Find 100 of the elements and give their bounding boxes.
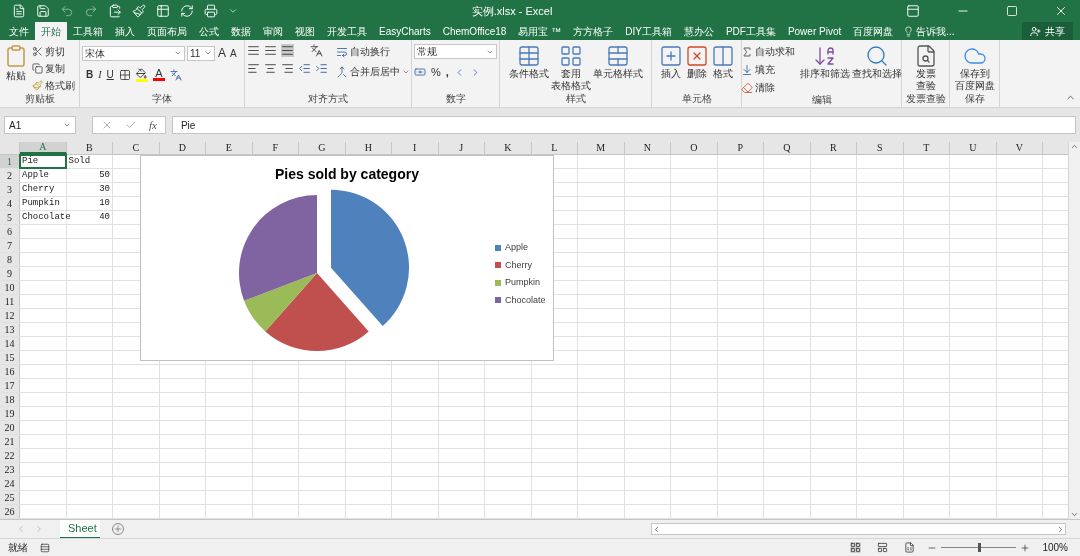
column-header[interactable]: C	[113, 142, 160, 154]
ribbon-tab[interactable]: 公式	[193, 22, 225, 40]
column-header[interactable]: V	[996, 142, 1043, 154]
row-header[interactable]: 18	[0, 393, 20, 406]
align-center-icon[interactable]	[263, 62, 277, 75]
share-button[interactable]: 共享	[1022, 22, 1073, 40]
align-middle-icon[interactable]	[263, 44, 277, 57]
font-color-button[interactable]: A	[152, 68, 165, 81]
ribbon-tab[interactable]: 视图	[289, 22, 321, 40]
ribbon-tab[interactable]: 插入	[109, 22, 141, 40]
ribbon-tab[interactable]: 慧办公	[677, 22, 720, 40]
row-header[interactable]: 25	[0, 491, 20, 504]
ribbon-tab[interactable]: 数据	[225, 22, 257, 40]
column-header[interactable]: S	[857, 142, 904, 154]
ribbon-tab[interactable]: PDF工具集	[719, 22, 782, 40]
row-header[interactable]: 22	[0, 449, 20, 462]
font-size-field[interactable]: 11	[187, 45, 215, 61]
wrap-text-button[interactable]: 自动换行	[335, 44, 410, 59]
row-header[interactable]: 26	[0, 505, 20, 518]
vertical-scrollbar[interactable]	[1068, 142, 1080, 519]
column-header[interactable]: B	[66, 142, 113, 154]
table-cell[interactable]: Sold	[66, 155, 112, 168]
phonetic-icon[interactable]	[169, 68, 182, 81]
normal-view-icon[interactable]	[850, 542, 862, 553]
ribbon-tab[interactable]: 开始	[35, 22, 67, 40]
column-header[interactable]: P	[717, 142, 764, 154]
row-header[interactable]: 4	[0, 197, 20, 210]
page-layout-icon[interactable]	[877, 542, 889, 553]
ribbon-tab[interactable]: 文件	[3, 22, 35, 40]
ribbon-tab[interactable]: EasyCharts	[373, 22, 437, 40]
row-header[interactable]: 16	[0, 365, 20, 378]
row-header[interactable]: 5	[0, 211, 20, 224]
document-icon[interactable]	[12, 4, 26, 18]
table-cell[interactable]: 10	[66, 197, 112, 210]
column-header[interactable]: L	[531, 142, 578, 154]
column-header[interactable]: Q	[764, 142, 811, 154]
paintbrush-icon[interactable]	[132, 4, 146, 18]
copy-button[interactable]: 复制	[32, 61, 75, 76]
column-header[interactable]: H	[345, 142, 392, 154]
ribbon-tab[interactable]: 审阅	[257, 22, 289, 40]
sort-filter-button[interactable]: 排序和筛选	[798, 44, 851, 95]
ribbon-tab[interactable]: DIY工具箱	[619, 22, 678, 40]
column-header[interactable]: O	[671, 142, 718, 154]
ribbon-tab[interactable]: 易用宝 ™	[512, 22, 568, 40]
row-header[interactable]: 10	[0, 281, 20, 294]
zoom-level[interactable]: 100%	[1042, 540, 1068, 555]
merge-center-button[interactable]: 合并后居中	[335, 64, 410, 79]
row-header[interactable]: 21	[0, 435, 20, 448]
styles-button[interactable]: 条件格式	[507, 44, 550, 94]
row-header[interactable]: 14	[0, 337, 20, 350]
align-bottom-icon[interactable]	[280, 44, 294, 57]
fill-button[interactable]: 填充	[740, 62, 795, 77]
formula-field[interactable]: Pie	[171, 116, 1076, 134]
add-sheet-icon[interactable]	[112, 523, 124, 535]
table-cell[interactable]: Pie	[20, 155, 66, 168]
refresh-icon[interactable]	[180, 4, 194, 18]
format-painter-button[interactable]: 格式刷	[32, 78, 75, 93]
ribbon-tab[interactable]: 工具箱	[67, 22, 109, 40]
customize-icon[interactable]	[228, 6, 238, 16]
styles-button[interactable]: 单元格样式	[591, 44, 644, 94]
ribbon-display-icon[interactable]	[906, 4, 920, 18]
table-cell[interactable]: Apple	[20, 169, 66, 182]
close-icon[interactable]	[1054, 4, 1068, 18]
column-header[interactable]: A	[20, 142, 67, 154]
row-header[interactable]: 15	[0, 351, 20, 364]
underline-button[interactable]: U	[106, 67, 114, 82]
ribbon-tab[interactable]: 方方格子	[567, 22, 620, 40]
table-cell[interactable]: Cherry	[20, 183, 66, 196]
clear-button[interactable]: 清除	[740, 80, 795, 95]
table-cell[interactable]: 30	[66, 183, 112, 196]
zoom-thumb[interactable]	[977, 543, 981, 552]
column-header[interactable]: E	[206, 142, 253, 154]
cells-button[interactable]: 插入	[657, 44, 684, 94]
ribbon-tab[interactable]: ChemOffice18	[436, 22, 513, 40]
row-header[interactable]: 17	[0, 379, 20, 392]
table-icon[interactable]	[156, 4, 170, 18]
fill-color-icon[interactable]	[135, 67, 148, 82]
save-icon[interactable]	[36, 4, 50, 18]
column-header[interactable]: T	[903, 142, 950, 154]
chart-area[interactable]: Pies sold by category Apple Cherry Pumpkin Chocolate	[140, 155, 554, 361]
row-header[interactable]: 9	[0, 267, 20, 280]
row-header[interactable]: 7	[0, 239, 20, 252]
align-right-icon[interactable]	[280, 62, 294, 75]
bold-button[interactable]: B	[86, 67, 94, 82]
row-header[interactable]: 11	[0, 295, 20, 308]
insert-function-button[interactable]: fx	[149, 116, 157, 134]
column-header[interactable]: N	[624, 142, 671, 154]
row-header[interactable]: 3	[0, 183, 20, 196]
align-left-icon[interactable]	[246, 62, 260, 75]
column-header[interactable]: I	[392, 142, 439, 154]
save-to-cloud-button[interactable]: 保存到 百度网盘	[953, 44, 996, 94]
borders-icon[interactable]	[118, 68, 131, 81]
increase-font-button[interactable]: A	[217, 44, 227, 62]
paste-icon[interactable]	[108, 4, 122, 18]
align-top-icon[interactable]	[246, 44, 260, 57]
increase-indent-icon[interactable]	[314, 62, 328, 75]
printer-icon[interactable]	[204, 4, 218, 18]
tell-me-field[interactable]: 告诉我...	[916, 23, 955, 39]
row-header[interactable]: 2	[0, 169, 20, 182]
sheet-tab[interactable]: Sheet	[60, 519, 100, 539]
